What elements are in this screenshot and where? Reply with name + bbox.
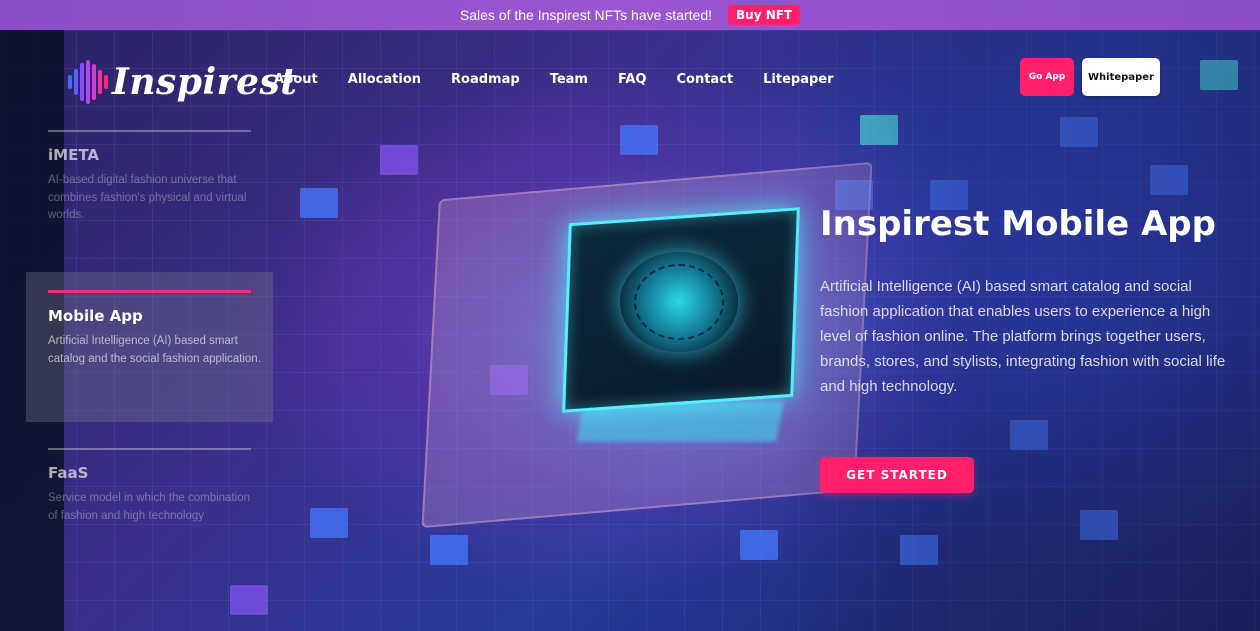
nav-link-faq[interactable]: FAQ <box>618 72 647 87</box>
feature-active-indicator <box>48 290 251 293</box>
announcement-text: Sales of the Inspirest NFTs have started… <box>459 7 712 23</box>
brand-name: Inspirest <box>112 61 298 103</box>
feature-tab-mobile-app[interactable]: Mobile App Artificial Intelligence (AI) … <box>26 272 273 422</box>
ai-brain-icon <box>620 252 738 352</box>
feature-description: Artificial Intelligence (AI) based smart… <box>48 335 261 365</box>
announcement-bar: Sales of the Inspirest NFTs have started… <box>0 0 1260 30</box>
circuit-tile <box>380 145 418 175</box>
feature-divider <box>48 130 251 132</box>
circuit-tile <box>300 188 338 218</box>
feature-tab-imeta[interactable]: iMETA AI-based digital fashion universe … <box>48 130 253 225</box>
get-started-button[interactable]: GET STARTED <box>820 457 974 493</box>
nav-link-litepaper[interactable]: Litepaper <box>763 72 833 87</box>
feature-description: AI-based digital fashion universe that c… <box>48 174 247 221</box>
nav-link-contact[interactable]: Contact <box>676 72 733 87</box>
feature-divider <box>48 448 251 450</box>
feature-title: FaaS <box>48 464 89 482</box>
whitepaper-button[interactable]: Whitepaper <box>1082 58 1160 96</box>
nav-link-about[interactable]: About <box>274 72 318 87</box>
feature-title: Mobile App <box>48 307 143 325</box>
buy-nft-button[interactable]: Buy NFT <box>728 5 801 25</box>
feature-title: iMETA <box>48 146 99 164</box>
main-nav: About Allocation Roadmap Team FAQ Contac… <box>274 72 834 87</box>
hero-title: Inspirest Mobile App <box>820 204 1216 244</box>
circuit-tile <box>230 585 268 615</box>
hero-description: Artificial Intelligence (AI) based smart… <box>820 278 1226 395</box>
circuit-tile <box>740 530 778 560</box>
brand-logo[interactable]: Inspirest <box>68 58 297 106</box>
nav-link-roadmap[interactable]: Roadmap <box>451 72 520 87</box>
go-app-button[interactable]: Go App <box>1020 58 1074 96</box>
feature-tab-faas[interactable]: FaaS Service model in which the combinat… <box>48 448 253 525</box>
nav-link-team[interactable]: Team <box>550 72 588 87</box>
feature-description: Service model in which the combination o… <box>48 492 250 522</box>
nav-link-allocation[interactable]: Allocation <box>348 72 421 87</box>
circuit-tile <box>620 125 658 155</box>
sound-wave-logo-icon <box>68 59 108 105</box>
hero-section: Inspirest About Allocation Roadmap Team … <box>0 30 1260 631</box>
circuit-tile <box>430 535 468 565</box>
circuit-tile <box>310 508 348 538</box>
